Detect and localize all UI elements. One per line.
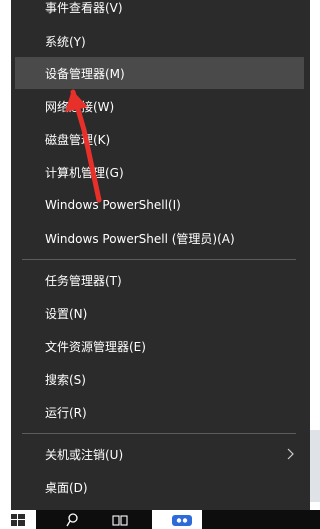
chevron-right-icon [287, 438, 294, 470]
menu-item-task-manager[interactable]: 任务管理器(T) [15, 264, 304, 296]
menu-item-label: 关机或注销(U) [45, 447, 124, 462]
desktop-background-left [0, 0, 11, 510]
menu-item-search[interactable]: 搜索(S) [15, 363, 304, 395]
menu-item-label: 文件资源管理器(E) [45, 339, 146, 354]
menu-item-file-explorer[interactable]: 文件资源管理器(E) [15, 330, 304, 362]
menu-item-settings[interactable]: 设置(N) [15, 297, 304, 329]
menu-item-label: 磁盘管理(K) [45, 132, 111, 147]
menu-item-computer-management[interactable]: 计算机管理(G) [15, 156, 304, 188]
app-icon[interactable] [152, 510, 162, 529]
taskbar [0, 510, 320, 529]
menu-item-label: 任务管理器(T) [45, 273, 122, 288]
menu-item-label: Windows PowerShell (管理员)(A) [45, 231, 235, 246]
menu-item-event-viewer[interactable]: 事件查看器(V) [15, 0, 304, 23]
menu-item-powershell-admin[interactable]: Windows PowerShell (管理员)(A) [15, 222, 304, 254]
menu-item-desktop[interactable]: 桌面(D) [15, 471, 304, 503]
windows-logo-icon[interactable] [0, 510, 36, 529]
menu-item-disk-management[interactable]: 磁盘管理(K) [15, 123, 304, 155]
menu-item-run[interactable]: 运行(R) [15, 396, 304, 428]
menu-item-label: Windows PowerShell(I) [45, 198, 181, 212]
search-icon[interactable] [62, 510, 82, 529]
menu-separator [22, 433, 296, 434]
menu-item-system[interactable]: 系统(Y) [15, 25, 304, 57]
menu-item-device-manager[interactable]: 设备管理器(M) [15, 57, 304, 89]
menu-item-network-connections[interactable]: 网络连接(W) [15, 90, 304, 122]
menu-item-label: 计算机管理(G) [45, 165, 124, 180]
menu-separator [22, 259, 296, 260]
menu-item-label: 搜索(S) [45, 372, 86, 387]
menu-item-label: 设置(N) [45, 306, 88, 321]
menu-item-label: 系统(Y) [45, 34, 86, 49]
menu-item-label: 设备管理器(M) [45, 66, 125, 81]
menu-item-powershell[interactable]: Windows PowerShell(I) [15, 189, 304, 221]
menu-item-label: 运行(R) [45, 405, 87, 420]
quick-link-menu: 事件查看器(V) 系统(Y) 设备管理器(M) 网络连接(W) 磁盘管理(K) … [11, 0, 310, 510]
menu-item-shutdown-signout[interactable]: 关机或注销(U) [15, 438, 304, 470]
menu-item-label: 事件查看器(V) [45, 0, 123, 15]
baidu-icon[interactable] [162, 510, 202, 529]
menu-item-label: 桌面(D) [45, 480, 88, 495]
desktop-background-window [310, 430, 320, 502]
task-view-icon[interactable] [110, 510, 130, 529]
menu-item-label: 网络连接(W) [45, 99, 115, 114]
